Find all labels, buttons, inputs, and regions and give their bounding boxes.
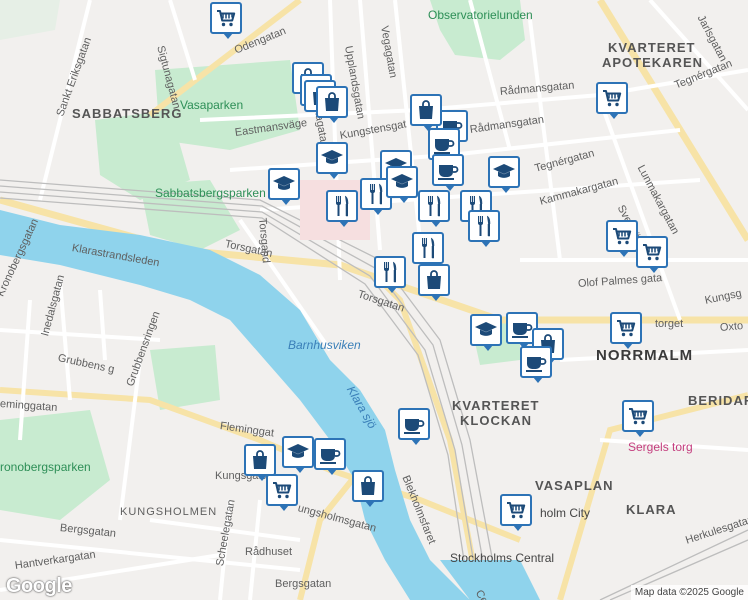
cutlery-icon — [383, 261, 397, 283]
district-label-kvarteret-klockan-line2: KLOCKAN — [460, 413, 532, 428]
district-label-vasaplan: VASAPLAN — [535, 478, 614, 493]
mortarboard-icon — [493, 164, 515, 178]
map-marker[interactable] — [244, 444, 276, 481]
map-marker[interactable] — [316, 142, 348, 179]
cutlery-icon — [427, 195, 441, 217]
map-marker[interactable] — [352, 470, 384, 507]
street-label-oxtorgsgatan: Oxto — [719, 319, 744, 334]
bag-icon — [361, 476, 375, 495]
park-label-observatorielunden: Observatorielunden — [428, 8, 533, 22]
google-logo: Google — [6, 575, 72, 597]
map-marker[interactable] — [636, 236, 668, 273]
cart-icon — [613, 228, 632, 245]
map-marker[interactable] — [520, 346, 552, 383]
bag-icon — [419, 100, 433, 119]
water-label-barnhusviken: Barnhusviken — [288, 338, 361, 352]
cup-icon — [434, 139, 455, 154]
map-marker[interactable] — [326, 190, 358, 227]
district-label-beridarebanan: BERIDARE — [688, 393, 748, 408]
map-marker[interactable] — [410, 94, 442, 131]
district-label-sabbatsberg: SABBATSBERG — [72, 106, 183, 121]
cart-icon — [507, 502, 526, 519]
map-marker[interactable] — [622, 400, 654, 437]
district-label-kvarteret-apotekaren-line2: APOTEKAREN — [602, 55, 704, 70]
map-marker[interactable] — [470, 314, 502, 351]
street-label-bergsgatan-east: Bergsgatan — [275, 578, 332, 590]
map-marker[interactable] — [418, 190, 450, 227]
cutlery-icon — [421, 237, 435, 259]
map-marker[interactable] — [418, 264, 450, 301]
cutlery-icon — [335, 195, 349, 217]
map-marker[interactable] — [266, 474, 298, 511]
cup-icon — [320, 449, 341, 464]
cart-icon — [603, 90, 622, 107]
station-label-stockholms-central: Stockholms Central — [450, 551, 555, 565]
map-marker[interactable] — [412, 232, 444, 269]
station-label-stockholm-city: holm City — [540, 506, 591, 520]
map-marker[interactable] — [210, 2, 242, 39]
cart-icon — [643, 244, 662, 261]
map-marker[interactable] — [386, 166, 418, 203]
map-marker[interactable] — [488, 156, 520, 193]
map-canvas[interactable]: Observatorielunden KVARTERET APOTEKAREN … — [0, 0, 748, 600]
mortarboard-icon — [391, 174, 413, 188]
cup-icon — [526, 357, 547, 372]
map-marker[interactable] — [468, 210, 500, 247]
cutlery-icon — [477, 215, 491, 237]
park-label-kronobergsparken: ronobergsparken — [0, 460, 91, 474]
mortarboard-icon — [475, 322, 497, 336]
mortarboard-icon — [321, 150, 343, 164]
cup-icon — [404, 419, 425, 434]
map-marker[interactable] — [314, 438, 346, 475]
mortarboard-icon — [287, 444, 309, 458]
cart-icon — [629, 408, 648, 425]
map-marker[interactable] — [596, 82, 628, 119]
cart-icon — [617, 320, 636, 337]
district-label-kungsholmen: KUNGSHOLMEN — [120, 506, 218, 518]
district-label-norrmalm: NORRMALM — [596, 347, 694, 364]
district-label-klara: KLARA — [626, 502, 677, 517]
place-label-hotorget: torget — [655, 318, 684, 330]
map-marker[interactable] — [282, 436, 314, 473]
map-marker[interactable] — [610, 312, 642, 349]
park-label-vasaparken: Vasaparken — [180, 98, 244, 112]
map-marker[interactable] — [398, 408, 430, 445]
map-marker[interactable] — [606, 220, 638, 257]
cup-icon — [512, 323, 533, 338]
cart-icon — [217, 10, 236, 27]
bag-icon — [253, 450, 267, 469]
bag-icon — [325, 92, 339, 111]
bag-icon — [427, 270, 441, 289]
map-marker[interactable] — [316, 86, 348, 123]
cup-icon — [438, 165, 459, 180]
map-attribution[interactable]: Map data ©2025 Google — [630, 585, 748, 600]
cart-icon — [273, 482, 292, 499]
place-label-sergels-torg: Sergels torg — [628, 440, 693, 454]
map-marker[interactable] — [374, 256, 406, 293]
place-label-radhuset: Rådhuset — [245, 546, 293, 558]
map-marker[interactable] — [432, 154, 464, 191]
mortarboard-icon — [273, 176, 295, 190]
district-label-kvarteret-klockan-line1: KVARTERET — [452, 398, 540, 413]
map-marker[interactable] — [268, 168, 300, 205]
map-marker[interactable] — [500, 494, 532, 531]
park-label-sabbatsbergsparken: Sabbatsbergsparken — [155, 186, 266, 200]
cutlery-icon — [369, 183, 383, 205]
district-label-kvarteret-apotekaren-line1: KVARTERET — [608, 40, 696, 55]
